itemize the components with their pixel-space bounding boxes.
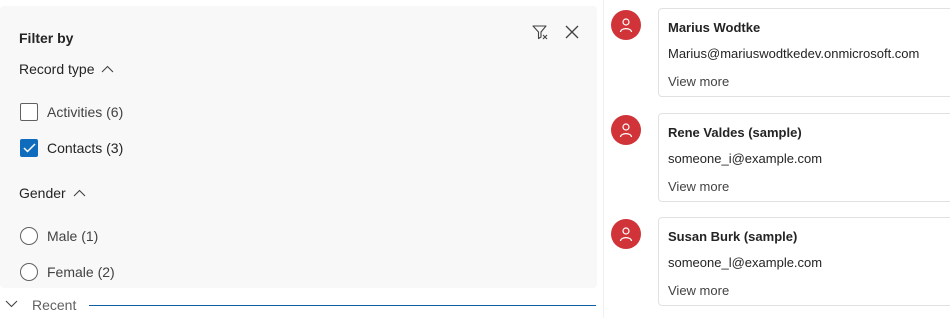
person-icon xyxy=(619,227,633,242)
contact-name: Marius Wodtke xyxy=(668,20,761,35)
contact-card[interactable]: Rene Valdes (sample) someone_i@example.c… xyxy=(658,113,950,202)
radio-unselected-icon xyxy=(20,263,38,281)
chevron-up-icon xyxy=(101,65,114,73)
pane-divider xyxy=(603,0,604,318)
person-icon xyxy=(619,123,633,138)
record-type-section-toggle[interactable]: Record type xyxy=(19,61,114,77)
male-radio[interactable]: Male (1) xyxy=(20,227,98,245)
gender-label: Gender xyxy=(19,185,66,201)
chevron-down-icon[interactable] xyxy=(4,298,18,310)
female-label: Female (2) xyxy=(47,264,115,280)
contact-email: someone_i@example.com xyxy=(668,151,823,166)
contact-result: Susan Burk (sample) someone_l@example.co… xyxy=(611,217,950,307)
contact-email: someone_l@example.com xyxy=(668,255,823,270)
radio-unselected-icon xyxy=(20,227,38,245)
person-icon xyxy=(619,18,633,33)
filter-title: Filter by xyxy=(19,30,74,46)
contact-result: Rene Valdes (sample) someone_i@example.c… xyxy=(611,113,950,203)
activities-checkbox[interactable]: Activities (6) xyxy=(20,103,123,121)
contact-email: Marius@mariuswodtkedev.onmicrosoft.com xyxy=(668,46,920,61)
male-label: Male (1) xyxy=(47,228,99,244)
contact-result: Marius Wodtke Marius@mariuswodtkedev.onm… xyxy=(611,8,950,98)
checkbox-checked-icon xyxy=(20,139,38,157)
contacts-checkbox[interactable]: Contacts (3) xyxy=(20,139,123,157)
activities-label: Activities (6) xyxy=(47,104,124,120)
view-more-link[interactable]: View more xyxy=(668,179,729,194)
avatar xyxy=(611,10,641,40)
contact-name: Susan Burk (sample) xyxy=(668,229,798,244)
avatar xyxy=(611,219,641,249)
contact-card[interactable]: Susan Burk (sample) someone_l@example.co… xyxy=(658,217,950,306)
recent-section: Recent xyxy=(0,290,597,318)
clear-filter-icon[interactable] xyxy=(529,21,551,43)
filter-panel: Filter by Record type Activities (6) Con… xyxy=(0,6,597,288)
chevron-up-icon xyxy=(73,189,86,197)
gender-section-toggle[interactable]: Gender xyxy=(19,185,86,201)
close-icon[interactable] xyxy=(561,21,583,43)
view-more-link[interactable]: View more xyxy=(668,283,729,298)
recent-divider xyxy=(89,305,596,306)
view-more-link[interactable]: View more xyxy=(668,74,729,89)
avatar xyxy=(611,115,641,145)
contact-card[interactable]: Marius Wodtke Marius@mariuswodtkedev.onm… xyxy=(658,8,950,97)
female-radio[interactable]: Female (2) xyxy=(20,263,115,281)
contact-name: Rene Valdes (sample) xyxy=(668,125,802,140)
record-type-label: Record type xyxy=(19,61,95,77)
checkbox-unchecked-icon xyxy=(20,103,38,121)
recent-label[interactable]: Recent xyxy=(32,297,76,313)
contacts-label: Contacts (3) xyxy=(47,140,124,156)
